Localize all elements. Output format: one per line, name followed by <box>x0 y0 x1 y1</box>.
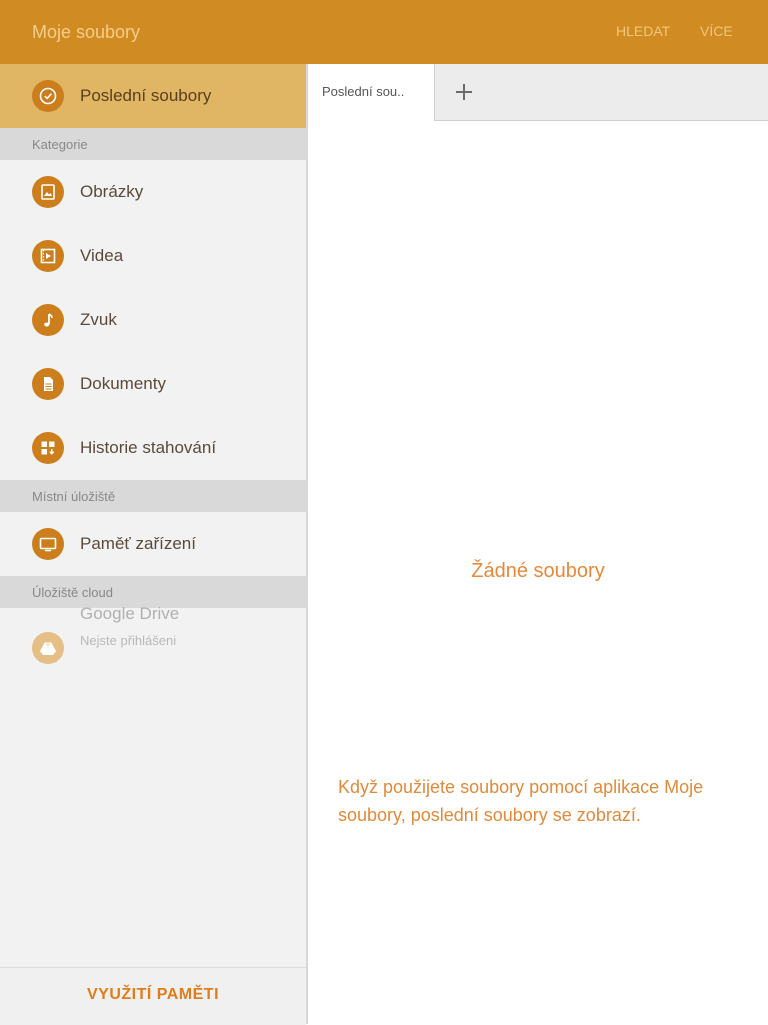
google-drive-icon <box>32 632 64 664</box>
video-icon <box>32 240 64 272</box>
storage-usage-bar: VYUŽITÍ PAMĚTI <box>0 967 306 1025</box>
sidebar-item-videos[interactable]: Videa <box>0 224 306 288</box>
plus-icon <box>456 84 472 100</box>
sidebar: Poslední soubory Kategorie Obrázky Videa… <box>0 64 308 1025</box>
sidebar-item-label: Zvuk <box>80 310 117 329</box>
tab-recent-files[interactable]: Poslední sou.. <box>308 64 435 121</box>
sidebar-item-label: Google Drive <box>80 604 180 623</box>
section-header-categories: Kategorie <box>0 128 306 160</box>
search-button[interactable]: HLEDAT <box>616 23 670 39</box>
sidebar-item-label: Obrázky <box>80 182 144 201</box>
sidebar-item-label: Paměť zařízení <box>80 534 196 553</box>
more-button[interactable]: VÍCE <box>700 23 733 39</box>
sidebar-item-label: Videa <box>80 246 124 265</box>
sidebar-item-device-storage[interactable]: Paměť zařízení <box>0 512 306 576</box>
empty-state-title: Žádné soubory <box>471 560 605 582</box>
image-icon <box>32 176 64 208</box>
sidebar-item-images[interactable]: Obrázky <box>0 160 306 224</box>
empty-state-hint: Když použijete soubory pomocí aplikace M… <box>338 777 704 825</box>
clock-icon <box>32 80 64 112</box>
tab-label: Poslední sou.. <box>322 84 405 99</box>
sidebar-item-recent[interactable]: Poslední soubory <box>0 64 306 128</box>
music-note-icon <box>32 304 64 336</box>
sidebar-item-sublabel: Nejste přihlášeni <box>80 633 177 648</box>
sidebar-item-label: Poslední soubory <box>80 86 212 105</box>
storage-usage-button[interactable]: VYUŽITÍ PAMĚTI <box>0 986 306 1004</box>
download-history-icon <box>32 432 64 464</box>
sidebar-item-label: Historie stahování <box>80 438 217 457</box>
sidebar-item-google-drive[interactable]: Google Drive Nejste přihlášeni <box>0 604 306 680</box>
section-label: Místní úložiště <box>32 489 116 504</box>
app-bar: Moje soubory HLEDAT VÍCE <box>0 0 768 64</box>
section-label: Kategorie <box>32 137 88 152</box>
section-label: Úložiště cloud <box>32 585 113 600</box>
device-icon <box>32 528 64 560</box>
sidebar-item-audio[interactable]: Zvuk <box>0 288 306 352</box>
sidebar-item-documents[interactable]: Dokumenty <box>0 352 306 416</box>
section-header-local-storage: Místní úložiště <box>0 480 306 512</box>
document-icon <box>32 368 64 400</box>
sidebar-item-label: Dokumenty <box>80 374 166 393</box>
sidebar-item-download-history[interactable]: Historie stahování <box>0 416 306 480</box>
tab-bar: Poslední sou.. <box>308 64 768 121</box>
app-title: Moje soubory <box>32 22 141 42</box>
add-tab-button[interactable] <box>448 76 480 108</box>
